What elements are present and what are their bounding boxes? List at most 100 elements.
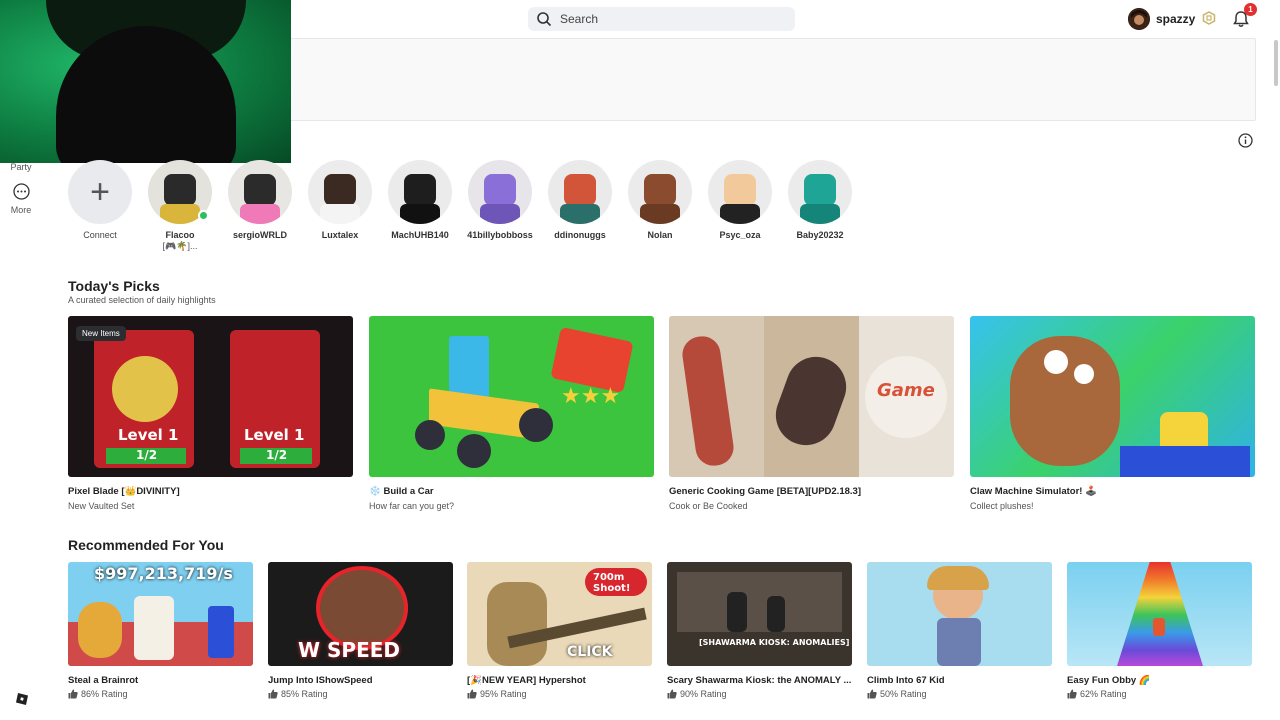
friend-name: Psyc_oza — [719, 230, 761, 240]
new-items-tag: New Items — [76, 326, 126, 341]
friend-tile[interactable]: Luxtalex — [300, 160, 380, 240]
avatar — [708, 160, 772, 224]
thumb-text: [SHAWARMA KIOSK: ANOMALIES] — [699, 638, 850, 647]
scrollbar[interactable] — [1274, 40, 1278, 86]
game-title: Steal a Brainrot — [68, 675, 139, 686]
friend-tile[interactable]: MachUHB140 — [380, 160, 460, 240]
todays-picks-subtitle: A curated selection of daily highlights — [68, 295, 216, 305]
rating: 90% Rating — [667, 689, 852, 699]
game-card[interactable]: Game Generic Cooking Game [BETA][UPD2.18… — [669, 316, 954, 511]
game-title: Climb Into 67 Kid — [867, 675, 945, 686]
rating: 86% Rating — [68, 689, 253, 699]
game-thumbnail: Level 1 Level 1 1/2 1/2 New Items — [68, 316, 353, 477]
rating: 95% Rating — [467, 689, 652, 699]
game-card[interactable]: Claw Machine Simulator! 🕹️ Collect plush… — [970, 316, 1255, 511]
game-card[interactable]: W SPEED Jump Into IShowSpeed 85% Rating — [268, 562, 453, 699]
friend-status: [🎮🌴]... — [162, 241, 198, 251]
rating-text: 95% Rating — [480, 689, 527, 699]
friend-tile[interactable]: sergioWRLD — [220, 160, 300, 240]
thumbs-up-icon — [667, 689, 677, 699]
stars-icon: ★★★ — [561, 384, 621, 409]
rail-more-label[interactable]: More — [0, 205, 42, 215]
friend-tile[interactable]: 41billybobboss — [460, 160, 540, 240]
rail-party-label[interactable]: Party — [0, 162, 42, 172]
game-thumbnail: $997,213,719/s — [68, 562, 253, 666]
thumb-text: 700m Shoot! — [593, 572, 631, 594]
thumbs-up-icon — [68, 689, 78, 699]
friend-name: Flacoo — [165, 230, 195, 240]
avatar — [788, 160, 852, 224]
game-title: Easy Fun Obby 🌈 — [1067, 675, 1151, 686]
rating: 85% Rating — [268, 689, 453, 699]
thumb-text: Level 1 — [244, 426, 305, 444]
rating-text: 90% Rating — [680, 689, 727, 699]
thumb-text: CLICK — [567, 644, 613, 660]
game-thumbnail — [1067, 562, 1252, 666]
game-title: Pixel Blade [👑DIVINITY] — [68, 486, 180, 497]
friend-name: sergioWRLD — [233, 230, 287, 240]
friend-tile[interactable]: Nolan — [620, 160, 700, 240]
game-title: [🎉NEW YEAR] Hypershot — [467, 675, 586, 686]
more-icon[interactable] — [13, 183, 30, 200]
thumb-text: Game — [877, 380, 935, 401]
game-title: Jump Into IShowSpeed — [268, 675, 373, 686]
username: spazzy — [1156, 12, 1196, 26]
plus-icon: + — [90, 173, 110, 211]
todays-picks-title: Today's Picks — [68, 278, 160, 294]
rating-text: 86% Rating — [81, 689, 128, 699]
notification-badge: 1 — [1244, 3, 1257, 16]
roblox-logo-icon[interactable] — [15, 692, 29, 706]
webcam-overlay — [0, 0, 291, 163]
friend-name: Baby20232 — [796, 230, 844, 240]
thumb-text: $997,213,719/s — [94, 564, 233, 583]
game-thumbnail — [867, 562, 1052, 666]
robux-icon[interactable] — [1202, 11, 1216, 25]
friend-name: MachUHB140 — [391, 230, 449, 240]
avatar — [228, 160, 292, 224]
thumbs-up-icon — [1067, 689, 1077, 699]
game-subtitle: How far can you get? — [369, 501, 455, 511]
friend-tile[interactable]: Psyc_oza — [700, 160, 780, 240]
game-card[interactable]: ★★★ ❄️ Build a Car How far can you get? — [369, 316, 654, 511]
ad-banner[interactable] — [288, 38, 1256, 121]
game-card[interactable]: $997,213,719/s Steal a Brainrot 86% Rati… — [68, 562, 253, 699]
game-subtitle: Cook or Be Cooked — [669, 501, 748, 511]
game-card[interactable]: Level 1 Level 1 1/2 1/2 New Items Pixel … — [68, 316, 353, 511]
friend-name: Luxtalex — [321, 230, 359, 240]
user-profile-link[interactable]: spazzy — [1128, 7, 1195, 31]
friend-name: 41billybobboss — [467, 230, 533, 240]
game-thumbnail: W SPEED — [268, 562, 453, 666]
game-card[interactable]: [SHAWARMA KIOSK: ANOMALIES] Scary Shawar… — [667, 562, 852, 699]
rating: 50% Rating — [867, 689, 1052, 699]
game-card[interactable]: Easy Fun Obby 🌈 62% Rating — [1067, 562, 1252, 699]
online-indicator — [198, 210, 209, 221]
roblox-home-page: Search spazzy 1 Party More + Connect Fla… — [0, 0, 1280, 720]
friend-name: Nolan — [647, 230, 673, 240]
search-bar[interactable]: Search — [528, 7, 795, 31]
info-icon[interactable] — [1238, 133, 1253, 148]
avatar — [308, 160, 372, 224]
rating-text: 62% Rating — [1080, 689, 1127, 699]
avatar — [388, 160, 452, 224]
thumbs-up-icon — [467, 689, 477, 699]
game-card[interactable]: Climb Into 67 Kid 50% Rating — [867, 562, 1052, 699]
friend-name: ddinonuggs — [554, 230, 606, 240]
game-thumbnail — [970, 316, 1255, 477]
thumbs-up-icon — [268, 689, 278, 699]
game-thumbnail: Game — [669, 316, 954, 477]
game-subtitle: Collect plushes! — [970, 501, 1034, 511]
friend-tile[interactable]: ddinonuggs — [540, 160, 620, 240]
game-thumbnail: [SHAWARMA KIOSK: ANOMALIES] — [667, 562, 852, 666]
game-card[interactable]: 700m Shoot! CLICK [🎉NEW YEAR] Hypershot … — [467, 562, 652, 699]
rating-text: 85% Rating — [281, 689, 328, 699]
friend-tile[interactable]: Flacoo [🎮🌴]... — [140, 160, 220, 252]
connect-label: Connect — [83, 230, 117, 240]
search-icon — [537, 12, 552, 27]
recommended-title: Recommended For You — [68, 537, 224, 553]
game-thumbnail: 700m Shoot! CLICK — [467, 562, 652, 666]
friend-tile[interactable]: Baby20232 — [780, 160, 860, 240]
thumbs-up-icon — [867, 689, 877, 699]
connect-button[interactable]: + Connect — [60, 160, 140, 240]
rating: 62% Rating — [1067, 689, 1252, 699]
avatar — [548, 160, 612, 224]
